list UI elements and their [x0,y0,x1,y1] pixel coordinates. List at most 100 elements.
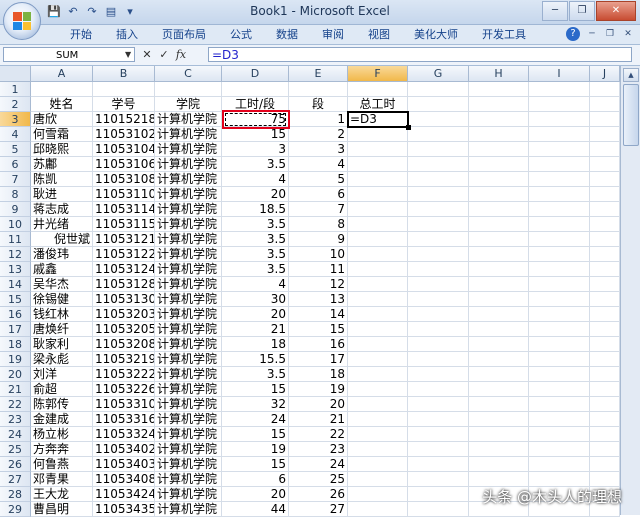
cell-F8[interactable] [348,187,408,202]
cell-C25[interactable]: 计算机学院 [155,442,222,457]
cell-E24[interactable]: 22 [289,427,348,442]
cell-E4[interactable]: 2 [289,127,348,142]
cell-F20[interactable] [348,367,408,382]
enter-icon[interactable]: ✓ [157,47,171,62]
cell-F24[interactable] [348,427,408,442]
cell-J15[interactable] [590,292,620,307]
cell-G9[interactable] [408,202,469,217]
insert-function-icon[interactable]: fx [174,47,188,62]
cell-I17[interactable] [529,322,590,337]
cell-F12[interactable] [348,247,408,262]
cell-E3[interactable]: 1 [289,112,348,127]
cell-A27[interactable]: 邓青果 [31,472,93,487]
cell-J7[interactable] [590,172,620,187]
cell-B11[interactable]: 11053121 [93,232,155,247]
select-all-corner[interactable] [0,66,31,82]
cell-J3[interactable] [590,112,620,127]
minimize-icon[interactable]: ─ [542,1,568,21]
cell-H17[interactable] [469,322,529,337]
row-header-4[interactable]: 4 [0,127,31,142]
cell-F9[interactable] [348,202,408,217]
vertical-scrollbar[interactable]: ▲ [620,66,640,515]
cell-G2[interactable] [408,97,469,112]
cell-C18[interactable]: 计算机学院 [155,337,222,352]
cell-F13[interactable] [348,262,408,277]
cell-C19[interactable]: 计算机学院 [155,352,222,367]
cell-F6[interactable] [348,157,408,172]
cell-B28[interactable]: 11053424 [93,487,155,502]
cell-B17[interactable]: 11053205 [93,322,155,337]
tab-6[interactable]: 视图 [356,26,402,44]
cell-I10[interactable] [529,217,590,232]
name-box[interactable]: SUM [3,47,135,62]
cell-D19[interactable]: 15.5 [222,352,289,367]
row-header-11[interactable]: 11 [0,232,31,247]
cell-I18[interactable] [529,337,590,352]
cell-E14[interactable]: 12 [289,277,348,292]
cell-J18[interactable] [590,337,620,352]
cell-A24[interactable]: 杨立彬 [31,427,93,442]
row-header-1[interactable]: 1 [0,82,31,97]
cell-J11[interactable] [590,232,620,247]
cell-C5[interactable]: 计算机学院 [155,142,222,157]
cell-B23[interactable]: 11053316 [93,412,155,427]
tab-0[interactable]: 开始 [58,26,104,44]
row-header-14[interactable]: 14 [0,277,31,292]
cell-B12[interactable]: 11053122 [93,247,155,262]
cell-E9[interactable]: 7 [289,202,348,217]
cell-C22[interactable]: 计算机学院 [155,397,222,412]
cell-D18[interactable]: 18 [222,337,289,352]
row-header-19[interactable]: 19 [0,352,31,367]
cell-J26[interactable] [590,457,620,472]
cell-F7[interactable] [348,172,408,187]
cell-D10[interactable]: 3.5 [222,217,289,232]
cell-D11[interactable]: 3.5 [222,232,289,247]
cell-J24[interactable] [590,427,620,442]
row-header-15[interactable]: 15 [0,292,31,307]
cell-H12[interactable] [469,247,529,262]
cell-F27[interactable] [348,472,408,487]
row-header-2[interactable]: 2 [0,97,31,112]
cell-J27[interactable] [590,472,620,487]
cell-G10[interactable] [408,217,469,232]
cell-C9[interactable]: 计算机学院 [155,202,222,217]
cell-H7[interactable] [469,172,529,187]
cell-I21[interactable] [529,382,590,397]
cell-J13[interactable] [590,262,620,277]
cell-D25[interactable]: 19 [222,442,289,457]
row-header-22[interactable]: 22 [0,397,31,412]
cell-B6[interactable]: 11053106 [93,157,155,172]
cell-C4[interactable]: 计算机学院 [155,127,222,142]
cell-E20[interactable]: 18 [289,367,348,382]
cell-B4[interactable]: 11053102 [93,127,155,142]
cell-I19[interactable] [529,352,590,367]
cell-C13[interactable]: 计算机学院 [155,262,222,277]
cell-G1[interactable] [408,82,469,97]
cell-A15[interactable]: 徐锡健 [31,292,93,307]
row-header-16[interactable]: 16 [0,307,31,322]
cell-J6[interactable] [590,157,620,172]
cell-C16[interactable]: 计算机学院 [155,307,222,322]
cell-A9[interactable]: 蒋志成 [31,202,93,217]
cell-G18[interactable] [408,337,469,352]
column-header-G[interactable]: G [408,66,469,82]
cell-H3[interactable] [469,112,529,127]
cell-H21[interactable] [469,382,529,397]
cell-J16[interactable] [590,307,620,322]
cell-H9[interactable] [469,202,529,217]
cell-F15[interactable] [348,292,408,307]
cell-G6[interactable] [408,157,469,172]
cell-C12[interactable]: 计算机学院 [155,247,222,262]
tab-1[interactable]: 插入 [104,26,150,44]
cell-A26[interactable]: 何鲁燕 [31,457,93,472]
cell-C28[interactable]: 计算机学院 [155,487,222,502]
cell-F22[interactable] [348,397,408,412]
cell-C15[interactable]: 计算机学院 [155,292,222,307]
cell-I15[interactable] [529,292,590,307]
cell-G25[interactable] [408,442,469,457]
cell-G13[interactable] [408,262,469,277]
cell-E7[interactable]: 5 [289,172,348,187]
tab-8[interactable]: 开发工具 [470,26,538,44]
formula-input[interactable]: =D3 [208,47,632,62]
cell-E26[interactable]: 24 [289,457,348,472]
